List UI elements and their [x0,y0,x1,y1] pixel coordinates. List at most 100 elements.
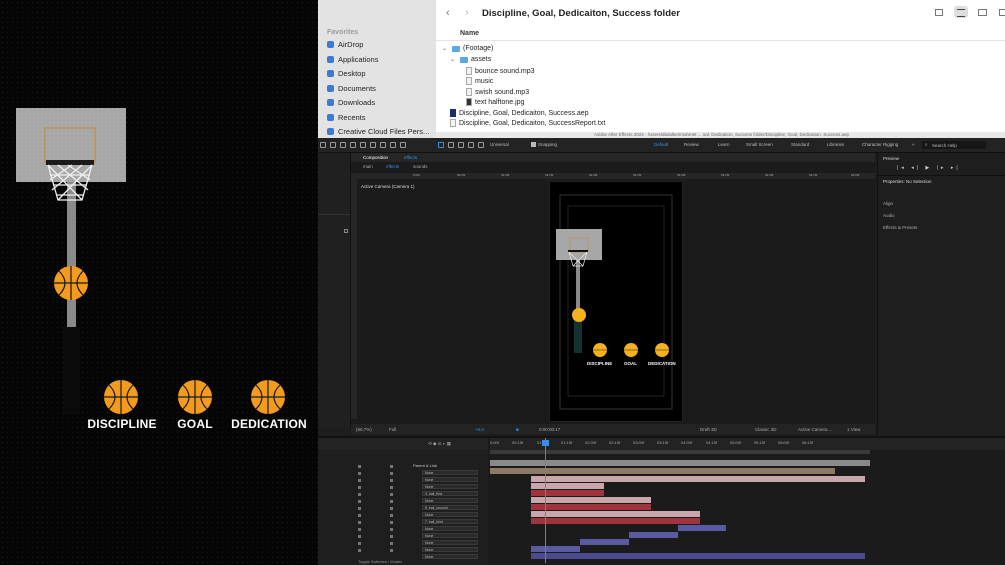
timeline-time-ruler[interactable]: 0:00f 00:15f 01:00f 01:15f 02:00f 02:15f… [490,438,1005,450]
playhead[interactable] [545,438,546,563]
parent-dropdown-9[interactable]: None [422,526,478,531]
layer-bar-7[interactable] [531,504,651,510]
camera-view-dropdown[interactable]: Active Camera ... [798,427,833,432]
layer-bar-3[interactable] [531,476,865,482]
pen-tool-icon[interactable] [360,142,366,148]
current-timecode[interactable]: 0:00:00:17 [539,427,560,432]
draft-3d-toggle[interactable]: Draft 3D [700,427,717,432]
parent-dropdown-4[interactable]: 3. ball_first [422,491,478,496]
parent-dropdown-3[interactable]: None [422,484,478,489]
workspace-standard[interactable]: Standard [791,142,809,147]
grid-view-icon[interactable] [935,9,943,16]
sidebar-item-recents[interactable]: Recents [327,113,366,122]
comp-tab-main[interactable]: main [363,164,373,169]
workspace-small-screen[interactable]: Small Screen [746,142,773,147]
column-header-name[interactable]: Name [460,30,479,37]
parent-dropdown-6[interactable]: 5. ball_second [422,505,478,510]
view-layout-dropdown[interactable]: 1 View [847,427,860,432]
tree-row-bounce-sound[interactable]: bounce sound.mp3 [466,67,535,75]
orbit-tool-icon[interactable] [468,142,474,148]
layer-bar-11[interactable] [629,532,678,538]
home-icon[interactable] [320,142,326,148]
effects-presets-section[interactable]: Effects & Presets [883,225,917,230]
list-view-button[interactable] [954,6,968,18]
comp-name[interactable]: effects [404,155,417,160]
layer-bar-13[interactable] [531,546,580,552]
sidebar-item-desktop[interactable]: Desktop [327,69,366,78]
sidebar-item-creative-cloud[interactable]: Creative Cloud Files Pers... [327,127,429,136]
workspace-default[interactable]: Default [654,142,668,147]
parent-dropdown-10[interactable]: None [422,533,478,538]
layer-bar-10[interactable] [678,525,726,531]
selection-tool-icon[interactable] [330,142,336,148]
stamp-tool-icon[interactable] [380,142,386,148]
parent-dropdown-7[interactable]: None [422,512,478,517]
snapping-toggle[interactable]: Snapping [531,142,557,147]
parent-dropdown-12[interactable]: None [422,547,478,552]
layer-bar-2[interactable] [490,468,835,474]
preview-transport-controls[interactable]: |◂ ◂| ▶ |▸ ▸| [897,165,961,171]
layer-switches[interactable] [358,463,408,561]
tree-row-report[interactable]: Discipline, Goal, Dedicaiton, SuccessRep… [450,119,605,127]
workspace-libraries[interactable]: Libraries [827,142,844,147]
forward-chevron-icon[interactable]: › [465,7,469,19]
workspace-overflow-icon[interactable]: » [912,142,915,147]
text-tool-icon[interactable] [350,142,356,148]
parent-dropdown-2[interactable]: None [422,477,478,482]
layer-bar-1[interactable] [490,460,870,466]
layer-bar-9[interactable] [531,518,700,524]
parent-dropdown-1[interactable]: None [422,470,478,475]
layer-bar-8[interactable] [531,511,700,517]
align-section[interactable]: Align [883,201,893,206]
sidebar-item-applications[interactable]: Applications [327,55,378,64]
eraser-tool-icon[interactable] [390,142,396,148]
parent-dropdown-11[interactable]: None [422,540,478,545]
track-tool-icon[interactable] [478,142,484,148]
rotate-tool-icon[interactable] [458,142,464,148]
column-view-icon[interactable] [978,9,987,16]
tree-row-swish-sound[interactable]: swish sound.mp3 [466,88,529,96]
tree-row-footage[interactable]: ⌄ (Footage) [442,45,493,52]
playhead-handle[interactable] [542,440,549,446]
sidebar-item-airdrop[interactable]: AirDrop [327,40,363,49]
exposure-value[interactable]: +0,0 [475,427,484,432]
layer-bar-12[interactable] [580,539,629,545]
parent-dropdown-8[interactable]: 7. ball_third [422,519,478,524]
comp-tab-sounds[interactable]: sounds [413,164,428,169]
parent-dropdown-5[interactable]: None [422,498,478,503]
gallery-view-icon[interactable] [999,9,1005,16]
search-help-input[interactable]: ⌕ Search Help [922,141,986,149]
zoom-dropdown[interactable]: (60,7%) [356,427,372,432]
tree-row-music[interactable]: music [466,77,493,85]
toggle-switches-modes[interactable]: Toggle Switches / Modes [358,559,402,564]
audio-section[interactable]: Audio [883,213,895,218]
hand-tool-icon[interactable] [340,142,346,148]
parent-dropdown-13[interactable]: None [422,554,478,559]
work-area-bar[interactable] [490,450,870,454]
comp-tab-effects[interactable]: effects [386,164,399,169]
arrow-tool-icon[interactable] [438,142,444,148]
tree-row-assets[interactable]: ⌄ assets [450,56,491,63]
tree-row-text-halftone[interactable]: text halftone.jpg [466,98,524,106]
zoom-tool-icon[interactable] [448,142,454,148]
network-icon[interactable] [344,229,348,233]
workspace-learn[interactable]: Learn [718,142,730,147]
renderer-dropdown[interactable]: Classic 3D [755,427,777,432]
workspace-character-rigging[interactable]: Character Rigging [862,142,898,147]
layer-bar-14[interactable] [531,553,865,559]
universal-mode[interactable]: Universal [490,142,509,147]
layer-bar-4[interactable] [531,483,604,489]
layer-bar-6[interactable] [531,497,651,503]
comp-canvas[interactable]: DISCIPLINE GOAL DEDICATION [549,181,683,422]
sidebar-item-documents[interactable]: Documents [327,84,376,93]
brush-tool-icon[interactable] [370,142,376,148]
layer-bar-5[interactable] [531,490,604,496]
resolution-dropdown[interactable]: Full [389,427,396,432]
back-chevron-icon[interactable]: ‹ [446,7,450,19]
tree-row-aep[interactable]: Discipline, Goal, Dedicaiton, Success.ae… [450,109,589,117]
sidebar-item-downloads[interactable]: Downloads [327,98,375,107]
workspace-review[interactable]: Review [684,142,699,147]
puppet-tool-icon[interactable] [400,142,406,148]
timeline-header-icons[interactable]: ⟲ ◆ ⊙ ◐ ▦ [428,441,451,447]
camera-snapshot-icon[interactable]: ◙ [516,427,519,432]
